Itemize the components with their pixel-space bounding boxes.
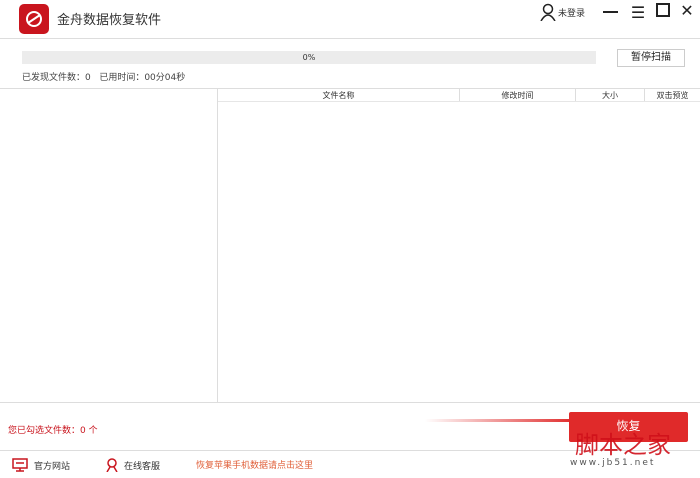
watermark-logo: 脚本之家 — [575, 431, 671, 459]
divider — [0, 402, 700, 403]
column-size[interactable]: 大小 — [576, 89, 645, 101]
login-button[interactable]: 未登录 — [540, 3, 585, 21]
column-preview[interactable]: 双击预览 — [645, 89, 700, 101]
iphone-recovery-link[interactable]: 恢复苹果手机数据请点击这里 — [196, 458, 313, 471]
arrow-decoration — [425, 419, 575, 422]
file-table-header: 文件名称 修改时间 大小 双击预览 — [218, 88, 700, 102]
folder-tree-pane[interactable] — [0, 88, 218, 402]
watermark-url: www.jb51.net — [570, 458, 656, 468]
column-filename[interactable]: 文件名称 — [218, 89, 460, 101]
online-support-link[interactable]: 在线客服 — [106, 458, 160, 472]
monitor-icon — [12, 458, 28, 472]
menu-icon[interactable]: ☰ — [628, 3, 648, 22]
app-logo — [19, 4, 49, 34]
pause-scan-button[interactable]: 暂停扫描 — [617, 49, 685, 67]
online-support-label: 在线客服 — [124, 461, 161, 472]
official-website-label: 官方网站 — [34, 461, 71, 472]
column-modified[interactable]: 修改时间 — [460, 89, 576, 101]
minimize-button[interactable] — [603, 11, 618, 13]
found-count: 已发现文件数：0 — [22, 73, 91, 83]
user-icon — [540, 3, 556, 21]
scan-progress-bar: 0% — [22, 51, 596, 64]
login-label: 未登录 — [558, 8, 586, 19]
official-website-link[interactable]: 官方网站 — [12, 458, 70, 472]
close-button[interactable]: ✕ — [677, 1, 697, 20]
support-icon — [106, 458, 118, 472]
selected-count: 您已勾选文件数：0 个 — [8, 426, 98, 436]
scan-stats: 已发现文件数：0 已用时间：00分04秒 — [22, 70, 185, 83]
divider — [0, 38, 700, 39]
maximize-button[interactable] — [653, 0, 673, 20]
elapsed-time: 已用时间：00分04秒 — [99, 73, 186, 83]
app-title: 金舟数据恢复软件 — [57, 13, 162, 28]
